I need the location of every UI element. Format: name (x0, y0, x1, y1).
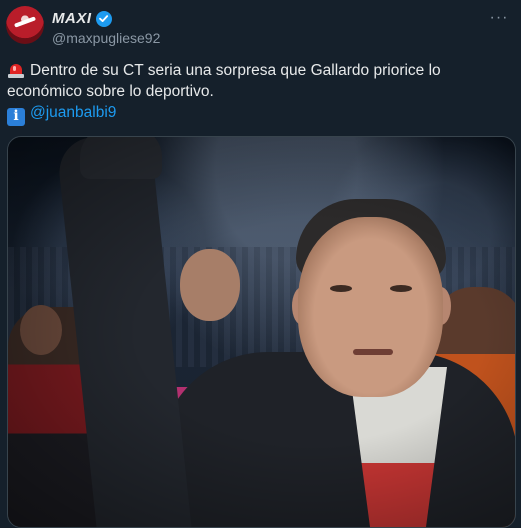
author-handle[interactable]: @maxpugliese92 (52, 30, 160, 46)
police-siren-icon (7, 61, 25, 78)
author-display-name[interactable]: MAXI (52, 10, 92, 27)
author-name-row: MAXI (52, 10, 112, 27)
photo-vignette (8, 137, 515, 527)
tweet-card[interactable]: MAXI @maxpugliese92 ··· Dentro de su CT … (0, 0, 521, 528)
tweet-text: Dentro de su CT seria una sorpresa que G… (7, 60, 512, 126)
lightning-icon (13, 16, 37, 28)
tweet-photo[interactable] (7, 136, 516, 528)
tweet-body: Dentro de su CT seria una sorpresa que G… (7, 62, 441, 100)
information-icon: i (7, 107, 25, 126)
mention-link[interactable]: @juanbalbi9 (30, 104, 116, 121)
more-options-icon[interactable]: ··· (489, 8, 509, 28)
verified-badge-icon[interactable] (95, 10, 112, 27)
avatar[interactable] (6, 6, 44, 44)
